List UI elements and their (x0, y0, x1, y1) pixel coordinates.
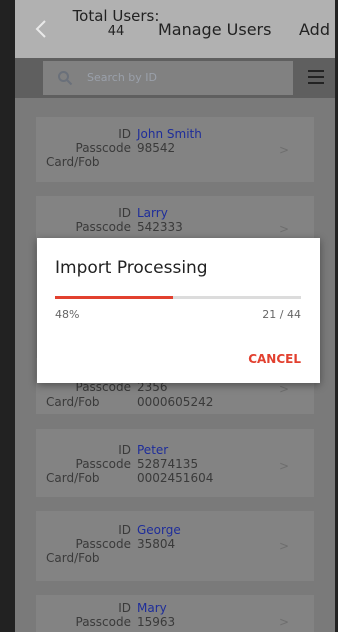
progress-percent: 48% (55, 308, 80, 321)
import-progress-dialog: Import Processing 48% 21 / 44 CANCEL (37, 238, 320, 383)
progress-fill (55, 296, 174, 299)
cancel-button[interactable]: CANCEL (248, 352, 301, 366)
dialog-title: Import Processing (55, 258, 208, 278)
progress-bar (55, 296, 301, 299)
modal-overlay: Import Processing 48% 21 / 44 CANCEL (0, 0, 338, 632)
progress-count: 21 / 44 (262, 308, 301, 321)
